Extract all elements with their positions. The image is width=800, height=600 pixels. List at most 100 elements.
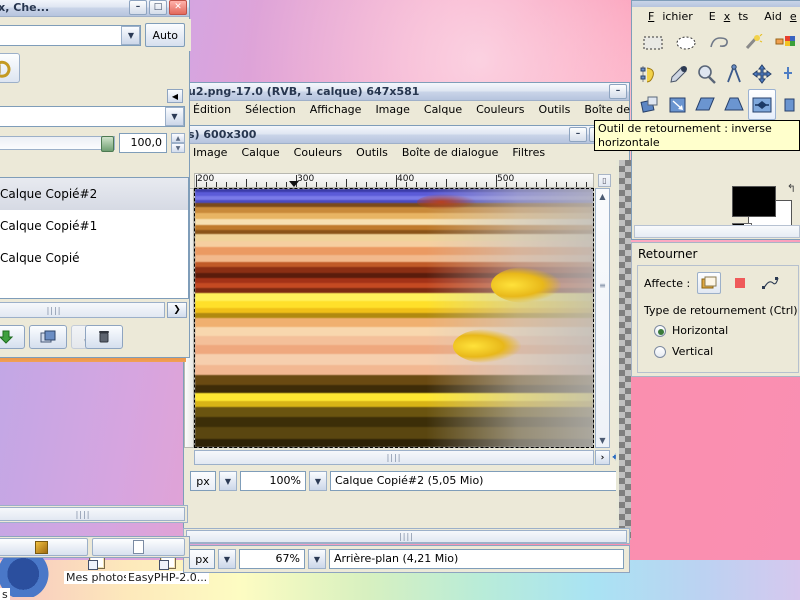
color-picker-icon[interactable] [664, 58, 692, 89]
window-buttons[interactable]: – □ ✕ [129, 0, 187, 15]
rotate-icon[interactable] [776, 89, 800, 120]
menu-filtres[interactable]: Filtres [505, 145, 552, 160]
radio-vertical-indicator[interactable] [654, 345, 666, 358]
brush-selector-row[interactable]: e-24 ▼ Auto [0, 19, 191, 51]
radio-horizontal[interactable]: Horizontal [654, 324, 728, 337]
affect-path-icon[interactable] [759, 272, 783, 294]
menu-image[interactable]: Image [186, 145, 234, 160]
flip-icon[interactable] [747, 89, 777, 120]
unit-dropdown-arrow[interactable]: ▼ [218, 549, 236, 569]
image-window-back-menubar[interactable]: Édition Sélection Affichage Image Calque… [184, 101, 681, 118]
tool-row-1[interactable] [636, 27, 800, 58]
layer-row-1[interactable]: Calque Copié#1 [0, 210, 188, 242]
quickmask-toggle-button[interactable]: ▯ [598, 174, 611, 187]
menu-exts[interactable]: Ex ts [701, 9, 757, 24]
image-window-main[interactable]: s) 600x300 – □ ✕ Image Calque Couleurs O… [183, 125, 630, 540]
affect-selection-icon[interactable] [728, 272, 752, 294]
layer-list-horizontal-scrollbar[interactable]: |||| [0, 302, 165, 318]
rect-select-icon[interactable] [636, 27, 669, 58]
canvas-vertical-scrollbar[interactable]: ▲ ≡ ▼ [595, 188, 610, 448]
layers-dialog[interactable]: s, Canaux, Che... – □ ✕ e-24 ▼ Auto [0, 0, 191, 358]
layers-dialog-titlebar[interactable]: s, Canaux, Che... – □ ✕ [0, 0, 189, 17]
menu-couleurs[interactable]: Couleurs [287, 145, 349, 160]
menu-calque[interactable]: Calque [417, 102, 469, 117]
zoom-field[interactable]: 67% [239, 549, 305, 569]
layer-mode-row[interactable]: Normal ▼ [0, 104, 191, 128]
delete-layer-button[interactable] [85, 325, 123, 349]
tool-row-3[interactable] [636, 89, 800, 120]
layer-mode-combo[interactable]: Normal ▼ [0, 105, 185, 127]
zoom-dropdown-arrow[interactable]: ▼ [308, 549, 326, 569]
close-button[interactable]: ✕ [169, 0, 187, 15]
crop-icon[interactable] [636, 89, 664, 120]
minimize-button[interactable]: – [129, 0, 147, 15]
menu-edition[interactable]: Édition [186, 102, 238, 117]
image-window-back-titlebar[interactable]: u2.png-17.0 (RVB, 1 calque) 647x581 – [184, 83, 629, 101]
auto-button[interactable]: Auto [145, 23, 185, 47]
zoom-dropdown-arrow[interactable]: ▼ [309, 471, 327, 491]
measure-icon[interactable] [720, 58, 748, 89]
menu-selection[interactable]: Sélection [238, 102, 303, 117]
desktop-icon-mes-photos[interactable]: Mes photos [64, 555, 131, 584]
spinner-up[interactable]: ▲ [171, 133, 185, 143]
back-window-scrollbar-row[interactable]: |||| [183, 528, 630, 544]
chevron-down-icon[interactable]: ▼ [165, 106, 184, 126]
image-window-titlebar[interactable]: s) 600x300 – □ ✕ [184, 126, 629, 144]
minimize-button[interactable]: – [569, 127, 587, 142]
chevron-down-icon[interactable]: ▼ [121, 25, 141, 45]
undo-history-icon[interactable] [0, 53, 20, 83]
dialog-tool-buttons[interactable] [0, 51, 191, 85]
maximize-button[interactable]: □ [149, 0, 167, 15]
menu-outils[interactable]: Outils [532, 102, 578, 117]
menu-aide[interactable]: Aid e [756, 9, 800, 24]
left-window-horizontal-scrollbar[interactable]: |||| [0, 507, 185, 521]
image-canvas[interactable] [194, 188, 594, 448]
back-window-horizontal-scrollbar[interactable]: |||| [186, 529, 627, 543]
shear-icon[interactable] [692, 89, 720, 120]
layer-opacity-row[interactable]: 100,0 ▲ ▼ [0, 130, 191, 156]
zoom-field[interactable]: 100% [240, 471, 306, 491]
back-window-statusbar[interactable]: px ▼ 67% ▼ Arrière-plan (4,21 Mio) [183, 545, 630, 573]
window-buttons[interactable]: – [609, 84, 627, 99]
canvas-horizontal-scrollbar[interactable]: |||| [194, 450, 594, 465]
layer-list[interactable]: Calque Copié#2 Calque Copié#1 Calque Cop… [0, 177, 189, 299]
tool-row-2[interactable] [636, 58, 800, 89]
scroll-right-button[interactable]: › [595, 450, 610, 465]
brush-combo[interactable]: e-24 ▼ [0, 24, 142, 46]
tool-options-panel[interactable]: Retourner Affecte : Type de retournement… [631, 242, 800, 377]
unit-selector[interactable]: px [189, 549, 215, 569]
layer-row-2[interactable]: Calque Copié [0, 242, 188, 274]
minimize-button[interactable]: – [609, 84, 627, 99]
toolbox-menubar[interactable]: Fichier Ex ts Aid e [632, 7, 800, 25]
radio-vertical[interactable]: Vertical [654, 345, 713, 358]
duplicate-layer-button[interactable] [29, 325, 67, 349]
unit-dropdown-arrow[interactable]: ▼ [219, 471, 237, 491]
spinner-down[interactable]: ▼ [171, 143, 185, 153]
layer-lock-row[interactable] [0, 154, 191, 174]
select-by-color-icon[interactable] [768, 27, 800, 58]
opacity-slider-knob[interactable] [101, 136, 114, 152]
new-document-button[interactable] [92, 538, 185, 556]
affect-layer-icon[interactable] [697, 272, 722, 294]
image-window-statusbar[interactable]: px ▼ 100% ▼ Calque Copié#2 (5,05 Mio) [190, 469, 626, 493]
scale-icon[interactable] [664, 89, 692, 120]
menu-image[interactable]: Image [368, 102, 416, 117]
paths-icon[interactable] [636, 58, 664, 89]
menu-fichier[interactable]: Fichier [632, 9, 701, 24]
free-select-icon[interactable] [702, 27, 735, 58]
perspective-icon[interactable] [720, 89, 748, 120]
layer-list-scroll-right-button[interactable]: ❯ [167, 302, 187, 318]
zoom-icon[interactable] [692, 58, 720, 89]
foreground-color-swatch[interactable] [732, 186, 776, 217]
layer-action-buttons[interactable] [0, 322, 191, 352]
horizontal-ruler[interactable]: 200 300 400 500 [194, 173, 594, 188]
fuzzy-select-icon[interactable] [735, 27, 768, 58]
image-window-menubar[interactable]: Image Calque Couleurs Outils Boîte de di… [184, 144, 629, 161]
layer-row-0[interactable]: Calque Copié#2 [0, 178, 188, 210]
vertical-scroll-thumb[interactable]: ≡ [596, 279, 609, 291]
opacity-slider[interactable] [0, 136, 115, 152]
swap-colors-icon[interactable]: ↰ [787, 182, 796, 195]
menu-calque[interactable]: Calque [234, 145, 286, 160]
scroll-up-button[interactable]: ▲ [596, 189, 609, 203]
collapse-arrow-button[interactable]: ◀ [167, 89, 183, 103]
